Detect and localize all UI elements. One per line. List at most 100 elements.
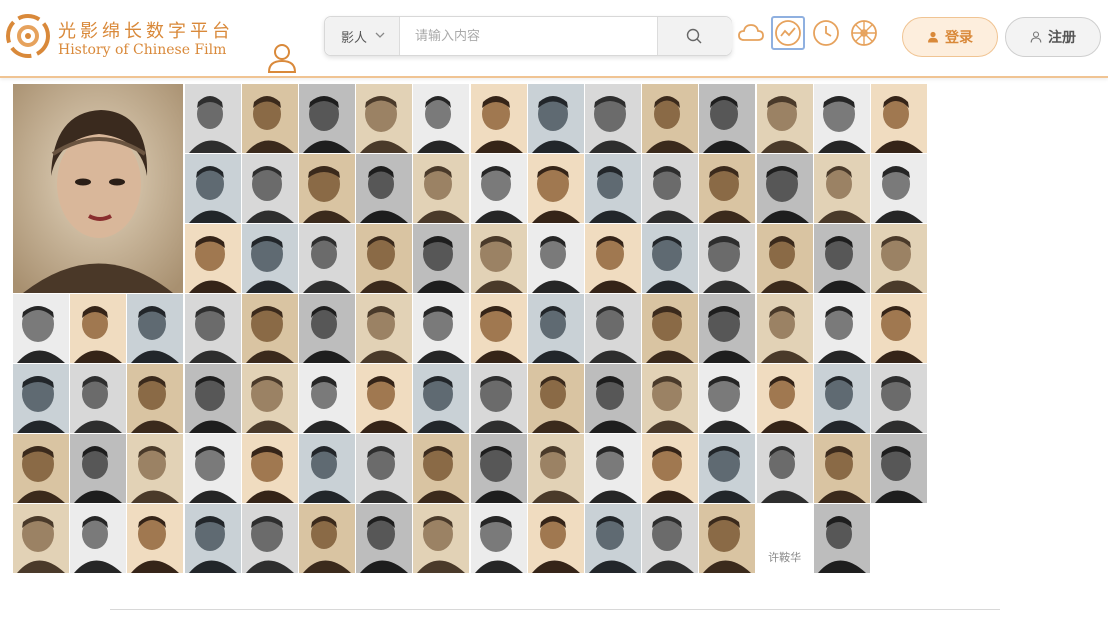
portrait-tile[interactable] <box>184 154 241 223</box>
portrait-tile[interactable] <box>184 504 241 573</box>
search-input[interactable] <box>400 17 656 55</box>
portrait-tile[interactable] <box>527 154 584 223</box>
portrait-tile[interactable] <box>241 84 298 153</box>
portrait-tile[interactable] <box>585 224 641 293</box>
portrait-tile[interactable] <box>413 154 470 223</box>
portrait-tile[interactable] <box>13 434 69 503</box>
portrait-tile[interactable] <box>127 364 184 433</box>
portrait-tile[interactable] <box>299 434 355 503</box>
portrait-tile[interactable] <box>871 364 927 433</box>
portrait-tile[interactable] <box>413 84 470 153</box>
portrait-tile[interactable] <box>470 364 527 433</box>
portrait-tile[interactable] <box>356 504 413 573</box>
portrait-tile[interactable] <box>813 294 870 363</box>
portrait-tile[interactable] <box>871 434 927 503</box>
trend-chart-button[interactable] <box>771 16 805 50</box>
portrait-tile[interactable] <box>299 84 355 153</box>
portrait-tile[interactable] <box>699 504 756 573</box>
portrait-tile[interactable] <box>184 224 241 293</box>
portrait-tile[interactable] <box>13 364 69 433</box>
portrait-tile[interactable] <box>642 434 699 503</box>
portrait-tile[interactable] <box>642 84 699 153</box>
portrait-tile[interactable] <box>756 364 813 433</box>
portrait-tile[interactable] <box>756 434 813 503</box>
name-tile[interactable]: 许鞍华 <box>756 504 813 573</box>
portrait-tile[interactable] <box>184 434 241 503</box>
portrait-tile[interactable] <box>413 434 470 503</box>
portrait-tile[interactable] <box>413 224 470 293</box>
site-title-en[interactable]: History of Chinese Film <box>58 42 226 58</box>
portrait-tile[interactable] <box>470 294 527 363</box>
portrait-tile[interactable] <box>585 84 641 153</box>
user-icon[interactable] <box>266 42 298 74</box>
portrait-tile[interactable] <box>241 294 298 363</box>
portrait-tile[interactable] <box>813 504 870 573</box>
portrait-tile[interactable] <box>356 84 413 153</box>
portrait-tile[interactable] <box>299 154 355 223</box>
portrait-tile[interactable] <box>299 224 355 293</box>
portrait-tile[interactable] <box>13 504 69 573</box>
portrait-tile[interactable] <box>585 294 641 363</box>
portrait-tile[interactable] <box>813 84 870 153</box>
portrait-tile[interactable] <box>241 364 298 433</box>
portrait-tile[interactable] <box>642 364 699 433</box>
portrait-tile[interactable] <box>413 294 470 363</box>
portrait-tile[interactable] <box>70 434 127 503</box>
portrait-tile[interactable] <box>699 364 756 433</box>
portrait-tile[interactable] <box>241 224 298 293</box>
portrait-tile[interactable] <box>813 154 870 223</box>
portrait-tile[interactable] <box>299 504 355 573</box>
portrait-tile[interactable] <box>527 434 584 503</box>
portrait-tile[interactable] <box>127 434 184 503</box>
portrait-tile[interactable] <box>470 224 527 293</box>
portrait-tile[interactable] <box>642 504 699 573</box>
portrait-tile[interactable] <box>699 434 756 503</box>
portrait-tile[interactable] <box>527 84 584 153</box>
portrait-tile[interactable] <box>699 294 756 363</box>
portrait-tile[interactable] <box>413 364 470 433</box>
portrait-tile[interactable] <box>756 294 813 363</box>
portrait-tile[interactable] <box>871 154 927 223</box>
portrait-tile[interactable] <box>585 504 641 573</box>
portrait-tile[interactable] <box>871 224 927 293</box>
portrait-tile[interactable] <box>699 224 756 293</box>
portrait-tile[interactable] <box>642 294 699 363</box>
portrait-tile[interactable] <box>527 364 584 433</box>
portrait-tile[interactable] <box>527 224 584 293</box>
site-title-cn[interactable]: 光影绵长数字平台 <box>58 17 234 43</box>
login-button[interactable]: 登录 <box>902 17 998 57</box>
portrait-tile[interactable] <box>871 84 927 153</box>
featured-portrait-tile[interactable] <box>13 84 183 293</box>
portrait-tile[interactable] <box>699 84 756 153</box>
portrait-tile[interactable] <box>70 294 127 363</box>
portrait-tile[interactable] <box>184 294 241 363</box>
portrait-tile[interactable] <box>470 84 527 153</box>
portrait-tile[interactable] <box>585 364 641 433</box>
portrait-tile[interactable] <box>470 434 527 503</box>
portrait-tile[interactable] <box>241 434 298 503</box>
portrait-tile[interactable] <box>642 154 699 223</box>
portrait-tile[interactable] <box>871 294 927 363</box>
portrait-tile[interactable] <box>642 224 699 293</box>
portrait-tile[interactable] <box>184 364 241 433</box>
portrait-tile[interactable] <box>756 154 813 223</box>
portrait-tile[interactable] <box>356 154 413 223</box>
portrait-tile[interactable] <box>470 504 527 573</box>
portrait-tile[interactable] <box>184 84 241 153</box>
portrait-tile[interactable] <box>356 434 413 503</box>
portrait-tile[interactable] <box>585 154 641 223</box>
portrait-tile[interactable] <box>70 504 127 573</box>
portrait-tile[interactable] <box>356 364 413 433</box>
portrait-tile[interactable] <box>413 504 470 573</box>
history-button[interactable] <box>809 16 843 50</box>
cloud-button[interactable] <box>734 16 768 50</box>
film-reel-logo-icon[interactable] <box>4 12 52 60</box>
portrait-tile[interactable] <box>527 294 584 363</box>
portrait-tile[interactable] <box>70 364 127 433</box>
portrait-tile[interactable] <box>585 434 641 503</box>
portrait-tile[interactable] <box>13 294 69 363</box>
portrait-tile[interactable] <box>470 154 527 223</box>
portrait-tile[interactable] <box>813 434 870 503</box>
portrait-tile[interactable] <box>299 364 355 433</box>
portrait-tile[interactable] <box>756 224 813 293</box>
